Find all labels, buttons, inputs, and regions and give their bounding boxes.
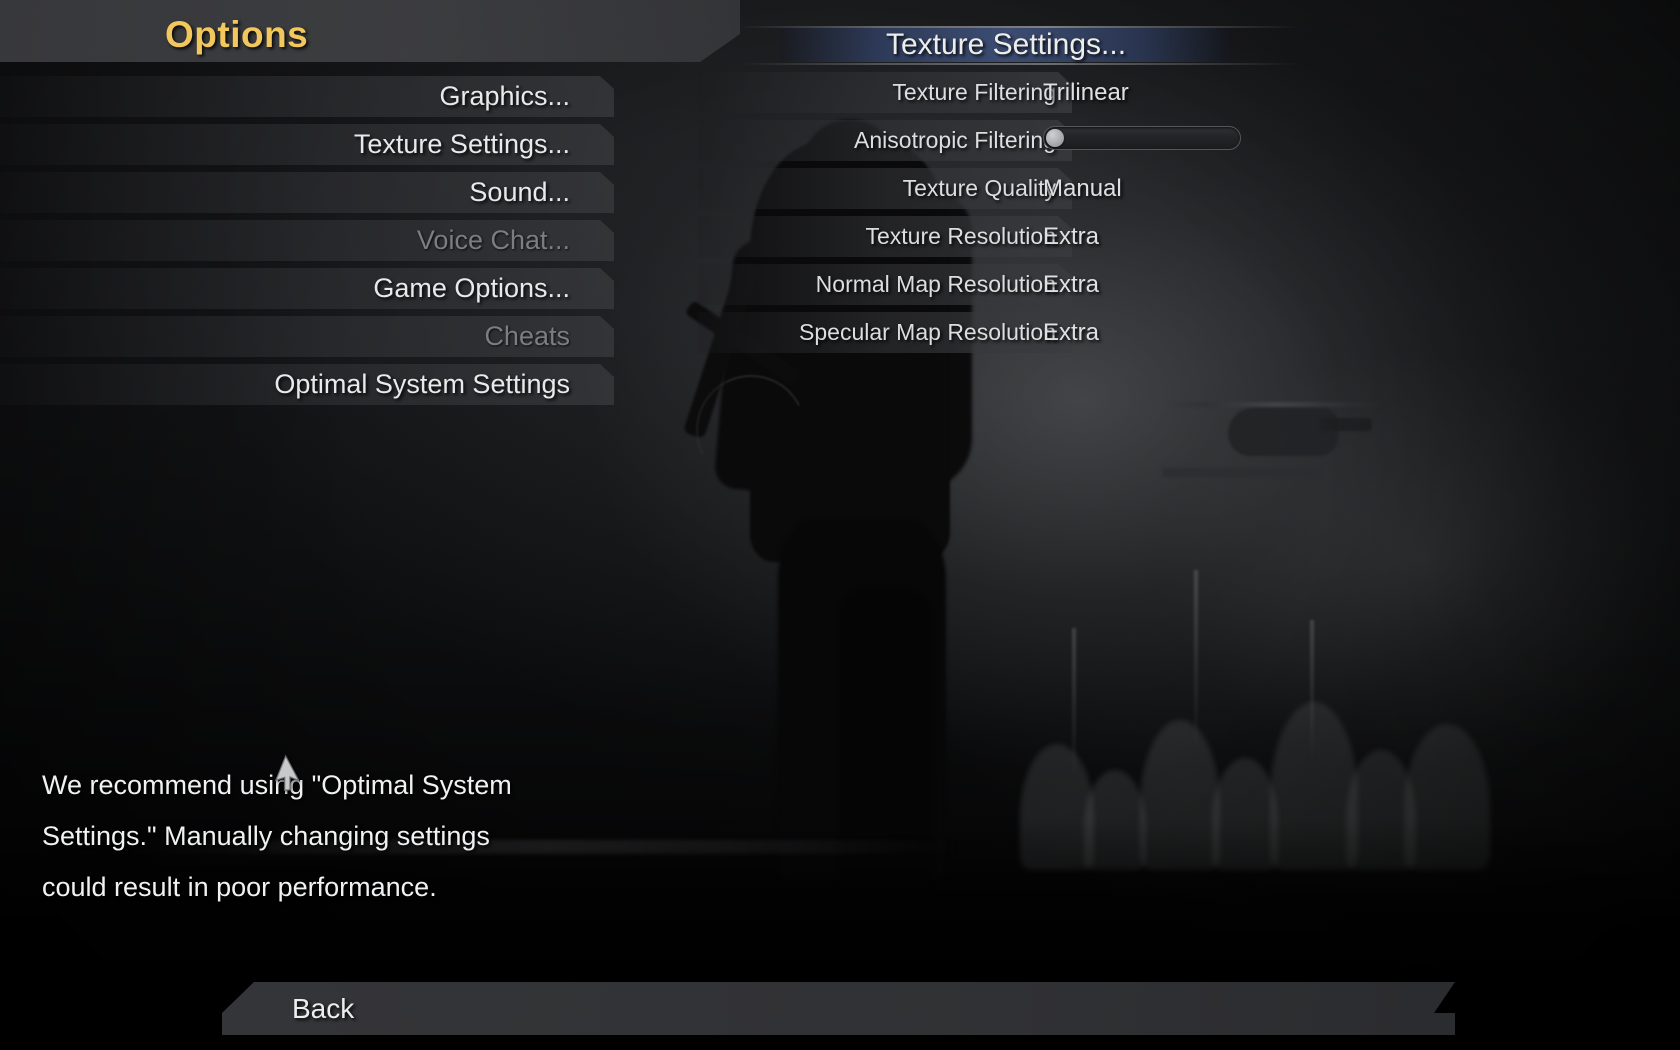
- panel-title: Texture Settings...: [885, 28, 1127, 61]
- setting-value[interactable]: Extra: [1043, 312, 1099, 353]
- back-button[interactable]: [222, 982, 1455, 1035]
- back-button-label: Back: [292, 992, 355, 1024]
- menu-item-texture-settings[interactable]: Texture Settings...: [0, 124, 614, 165]
- anisotropic-filtering-slider[interactable]: [1043, 126, 1241, 150]
- setting-value[interactable]: Trilinear: [1043, 72, 1129, 113]
- menu-item-label: Graphics...: [439, 81, 570, 111]
- menu-item-sound[interactable]: Sound...: [0, 172, 614, 213]
- setting-row-normal-map-resolution[interactable]: Normal Map Resolution Extra: [698, 264, 1298, 305]
- game-options-screen: Options Graphics... Texture Settings... …: [0, 0, 1680, 1050]
- setting-label: Normal Map Resolution: [815, 271, 1056, 297]
- menu-item-voice-chat: Voice Chat...: [0, 220, 614, 261]
- recommendation-line-1: We recommend using "Optimal System: [42, 770, 512, 800]
- menu-item-label: Optimal System Settings: [274, 369, 570, 399]
- setting-row-specular-map-resolution[interactable]: Specular Map Resolution Extra: [698, 312, 1298, 353]
- slider-track[interactable]: [1043, 126, 1241, 150]
- setting-row-anisotropic-filtering[interactable]: Anisotropic Filtering: [698, 120, 1298, 161]
- recommendation-text: We recommend using "Optimal System Setti…: [42, 760, 662, 913]
- texture-settings-list: Texture Filtering Trilinear Anisotropic …: [698, 72, 1298, 360]
- menu-item-cheats: Cheats: [0, 316, 614, 357]
- setting-label: Texture Resolution: [865, 223, 1057, 249]
- menu-item-label: Voice Chat...: [416, 225, 570, 255]
- setting-row-texture-quality[interactable]: Texture Quality Manual: [698, 168, 1298, 209]
- menu-item-game-options[interactable]: Game Options...: [0, 268, 614, 309]
- setting-label: Texture Filtering: [892, 79, 1056, 105]
- setting-label: Specular Map Resolution: [799, 319, 1056, 345]
- menu-item-label: Texture Settings...: [353, 129, 570, 159]
- menu-item-label: Cheats: [484, 321, 570, 351]
- menu-item-label: Game Options...: [373, 273, 570, 303]
- menu-item-graphics[interactable]: Graphics...: [0, 76, 614, 117]
- recommendation-line-3: could result in poor performance.: [42, 872, 437, 902]
- slider-knob[interactable]: [1046, 129, 1064, 147]
- setting-label: Texture Quality: [902, 175, 1056, 201]
- setting-value[interactable]: Manual: [1043, 168, 1122, 209]
- setting-value[interactable]: Extra: [1043, 216, 1099, 257]
- menu-item-label: Sound...: [469, 177, 570, 207]
- menu-item-optimal-system-settings[interactable]: Optimal System Settings: [0, 364, 614, 405]
- options-menu-list: Graphics... Texture Settings... Sound...…: [0, 76, 614, 412]
- setting-row-texture-resolution[interactable]: Texture Resolution Extra: [698, 216, 1298, 257]
- setting-row-texture-filtering[interactable]: Texture Filtering Trilinear: [698, 72, 1298, 113]
- options-header-bar: [0, 0, 740, 62]
- setting-label: Anisotropic Filtering: [854, 127, 1056, 153]
- page-title: Options: [165, 14, 309, 55]
- setting-value[interactable]: Extra: [1043, 264, 1099, 305]
- recommendation-line-2: Settings." Manually changing settings: [42, 821, 490, 851]
